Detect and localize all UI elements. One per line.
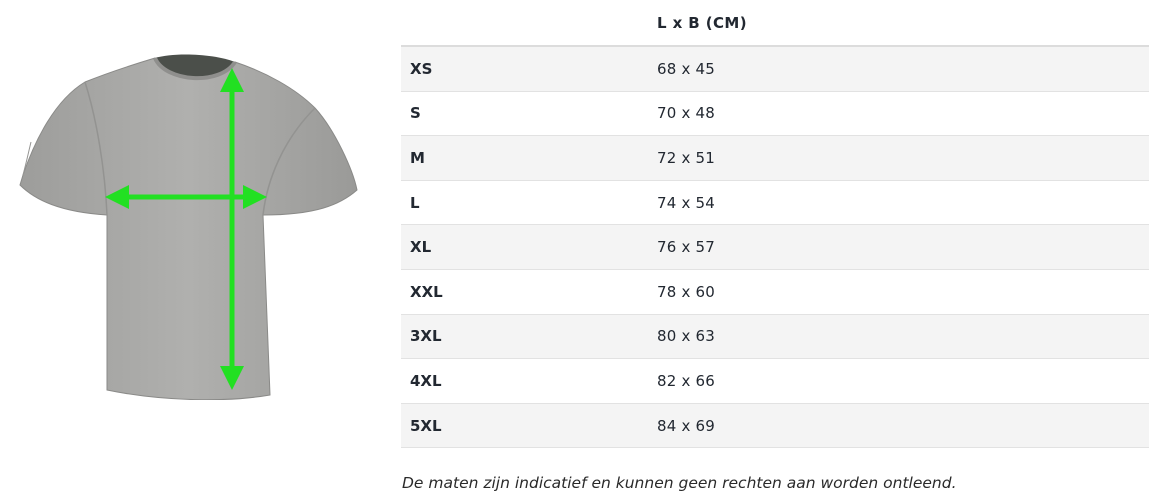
- tshirt-measurement-figure: [15, 50, 365, 400]
- size-cell: M: [401, 135, 647, 181]
- dimensions-cell: 68 x 45: [647, 46, 1149, 92]
- size-cell: L: [401, 180, 647, 226]
- table-row: 5XL 84 x 69: [401, 403, 1149, 449]
- tshirt-body: [19, 57, 358, 400]
- size-cell: 4XL: [401, 358, 647, 404]
- table-header-row: L x B (CM): [401, 0, 1149, 47]
- disclaimer-text: De maten zijn indicatief en kunnen geen …: [402, 474, 957, 492]
- size-cell: XS: [401, 46, 647, 92]
- size-cell: 3XL: [401, 314, 647, 360]
- size-chart-table: L x B (CM) XS 68 x 45 S 70 x 48 M 72 x 5…: [401, 0, 1149, 449]
- table-row: M 72 x 51: [401, 135, 1149, 181]
- size-cell: 5XL: [401, 403, 647, 449]
- dimensions-cell: 74 x 54: [647, 180, 1149, 226]
- dimensions-cell: 82 x 66: [647, 358, 1149, 404]
- dimensions-cell: 78 x 60: [647, 269, 1149, 315]
- dimensions-cell: 84 x 69: [647, 403, 1149, 449]
- table-row: 3XL 80 x 63: [401, 314, 1149, 360]
- table-row: L 74 x 54: [401, 180, 1149, 226]
- dimensions-cell: 70 x 48: [647, 91, 1149, 137]
- column-header-dimensions: L x B (CM): [647, 0, 1149, 47]
- table-row: XS 68 x 45: [401, 46, 1149, 92]
- table-row: XXL 78 x 60: [401, 269, 1149, 315]
- table-row: S 70 x 48: [401, 91, 1149, 137]
- dimensions-cell: 72 x 51: [647, 135, 1149, 181]
- size-cell: S: [401, 91, 647, 137]
- table-row: 4XL 82 x 66: [401, 358, 1149, 404]
- tshirt-illustration: [19, 54, 358, 400]
- dimensions-cell: 80 x 63: [647, 314, 1149, 360]
- dimensions-cell: 76 x 57: [647, 224, 1149, 270]
- size-cell: XXL: [401, 269, 647, 315]
- size-cell: XL: [401, 224, 647, 270]
- column-header-size: [401, 0, 647, 47]
- table-row: XL 76 x 57: [401, 224, 1149, 270]
